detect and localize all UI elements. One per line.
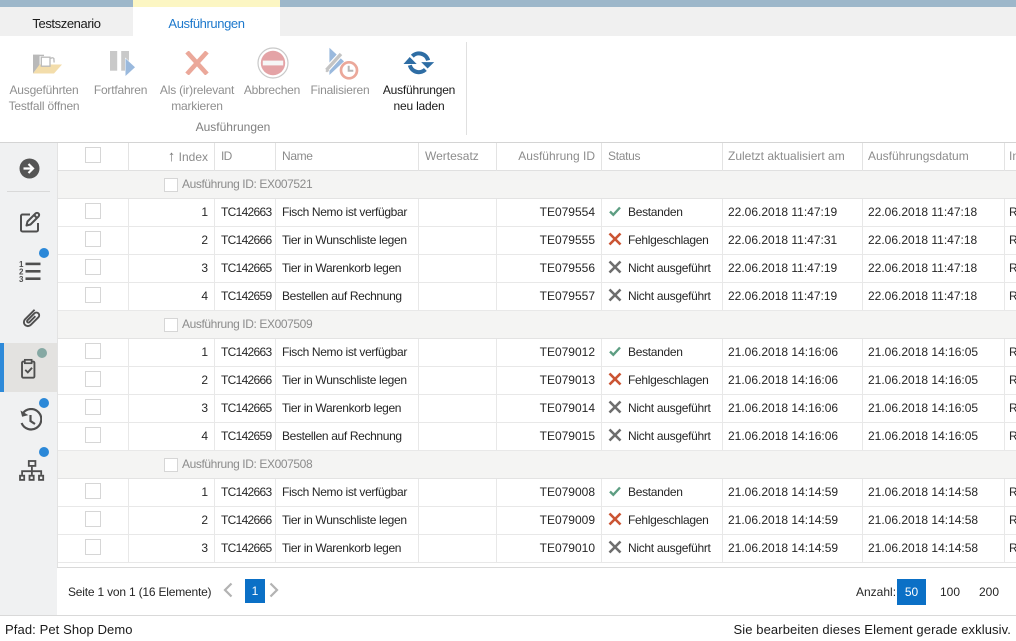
- svg-text:3: 3: [19, 275, 24, 282]
